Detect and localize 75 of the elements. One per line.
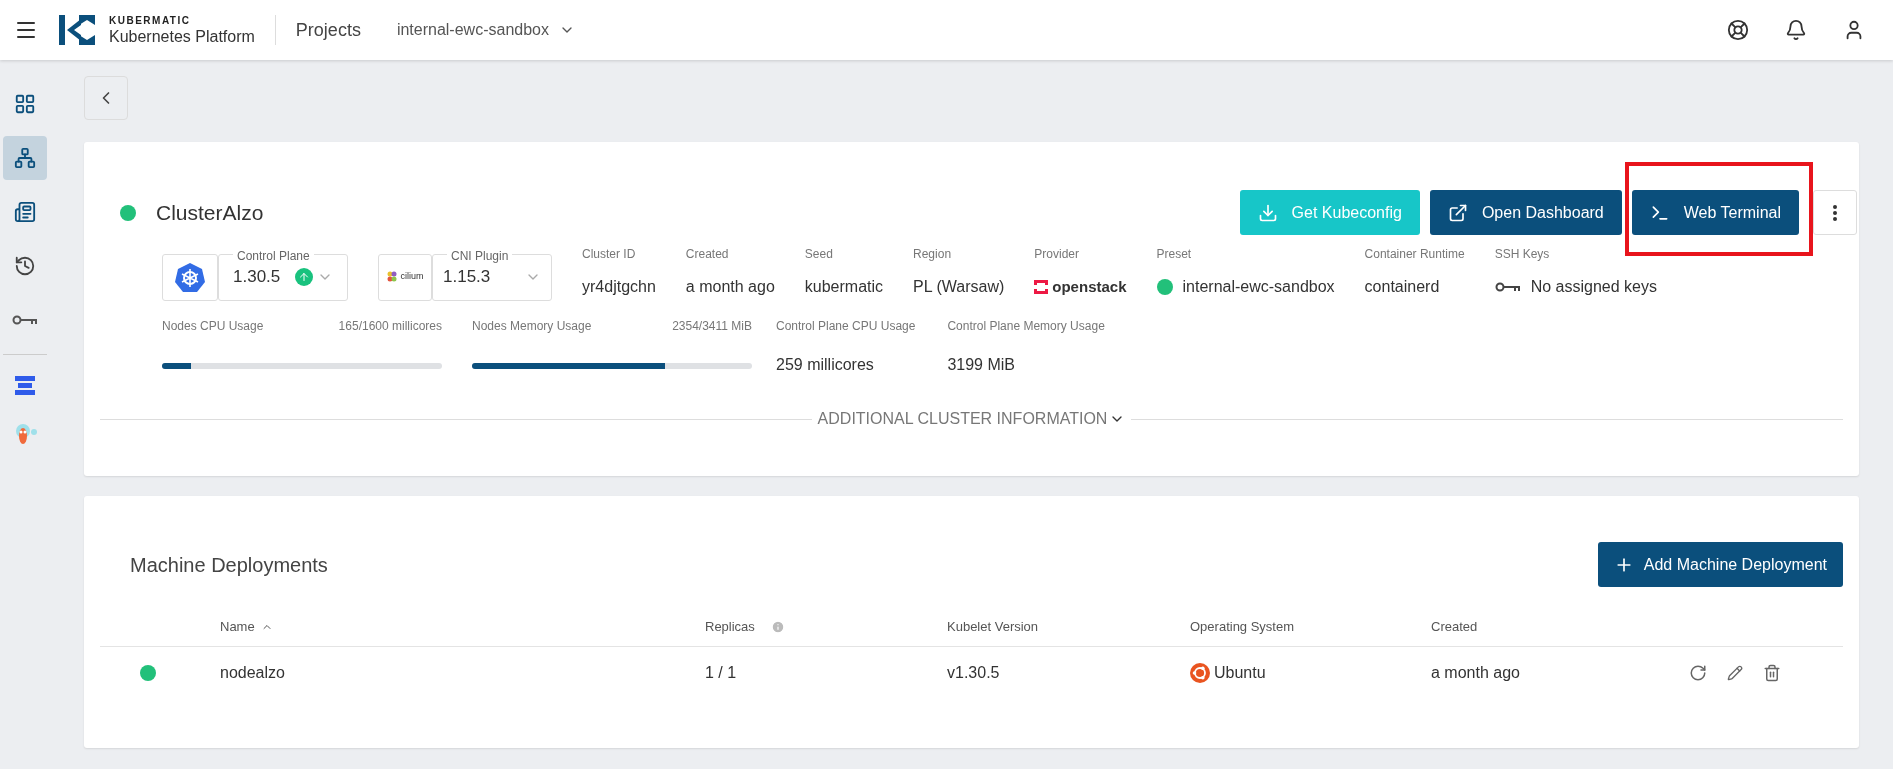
- more-icon: [1833, 204, 1837, 221]
- version-value: 1.15.3: [443, 266, 491, 289]
- version-value: 1.30.5: [233, 266, 281, 289]
- key-icon: [12, 315, 38, 325]
- info-label: Container Runtime: [1364, 246, 1465, 263]
- notifications-button[interactable]: [1785, 19, 1807, 41]
- info-label: Cluster ID: [582, 246, 637, 263]
- info-label: Preset: [1156, 246, 1193, 263]
- usage-value: 3199 MiB: [947, 355, 1016, 375]
- info-icon: [770, 619, 785, 634]
- info-label: Region: [913, 246, 953, 263]
- lifebuoy-icon: [1727, 19, 1749, 41]
- refresh-icon: [1689, 664, 1707, 682]
- info-label: Provider: [1034, 246, 1080, 263]
- info-value: yr4djtgchn: [582, 277, 656, 297]
- usage-reading: 165/1600 millicores: [338, 318, 442, 335]
- column-header[interactable]: Created: [1431, 616, 1478, 637]
- table-cell-text: v1.30.5: [947, 663, 1001, 683]
- external-link-icon: [1447, 202, 1468, 223]
- action-button[interactable]: Open Dashboard: [1429, 190, 1622, 235]
- info-value: containerd: [1364, 277, 1440, 297]
- usage-value: 259 millicores: [776, 355, 875, 375]
- grid-icon: [14, 93, 36, 115]
- info-value: internal-ewc-sandbox: [1182, 277, 1335, 297]
- hexagon-cluster-icon: [386, 271, 399, 283]
- info-value: openstack: [1052, 276, 1127, 297]
- helm-wheel-icon: [175, 262, 205, 292]
- brand-subtitle: Kubernetes Platform: [109, 28, 255, 45]
- usage-label: Control Plane CPU Usage: [776, 318, 916, 335]
- info-value: PL (Warsaw): [913, 277, 1005, 297]
- edit-button[interactable]: [1727, 665, 1743, 681]
- info-value: No assigned keys: [1530, 277, 1657, 297]
- usage-reading: 2354/3411 MiB: [672, 318, 752, 335]
- key-icon: [1494, 282, 1521, 292]
- stacked-boxes-icon: [13, 374, 37, 398]
- info-label: SSH Keys: [1494, 246, 1551, 263]
- info-value: kubermatic: [804, 277, 884, 297]
- trash-icon: [1763, 664, 1781, 682]
- add-machine-deployment-button[interactable]: Add Machine Deployment: [1597, 542, 1843, 587]
- section-title: Machine Deployments: [130, 552, 328, 578]
- bell-icon: [1785, 19, 1807, 41]
- column-header[interactable]: Name: [220, 616, 273, 637]
- ubuntu-logo-icon: [1190, 663, 1210, 683]
- history-icon: [14, 255, 36, 277]
- hierarchy-icon: [14, 147, 36, 169]
- logo-icon: [59, 15, 95, 45]
- openstack-logo-icon: [1034, 280, 1049, 294]
- additional-info-toggle[interactable]: ADDITIONAL CLUSTER INFORMATION: [811, 407, 1132, 431]
- info-label: Seed: [804, 246, 834, 263]
- table-cell-text: nodealzo: [220, 663, 286, 683]
- column-header[interactable]: Operating System: [1190, 616, 1295, 637]
- table-cell-text: 1 / 1: [705, 663, 738, 683]
- column-header[interactable]: Replicas: [705, 616, 785, 637]
- sidebar-item[interactable]: [3, 136, 47, 180]
- column-header[interactable]: Kubelet Version: [947, 616, 1039, 637]
- projects-link[interactable]: Projects: [295, 16, 361, 44]
- info-label: Created: [685, 246, 730, 263]
- delete-button[interactable]: [1763, 664, 1781, 682]
- mascot-icon: [13, 422, 37, 446]
- download-icon: [1257, 202, 1278, 223]
- action-button[interactable]: Web Terminal: [1631, 190, 1799, 235]
- usage-label: Nodes CPU Usage: [162, 318, 264, 335]
- table-cell-text: a month ago: [1431, 663, 1521, 683]
- project-selector[interactable]: internal-ewc-sandbox: [396, 18, 575, 42]
- brand-name: KUBERMATIC: [109, 15, 192, 26]
- cluster-name: ClusterAlzo: [156, 199, 264, 226]
- usage-label: Nodes Memory Usage: [472, 318, 592, 335]
- cilium-wordmark: cilium: [400, 270, 424, 284]
- restart-button[interactable]: [1689, 664, 1707, 682]
- form-icon: [14, 201, 36, 223]
- usage-label: Control Plane Memory Usage: [947, 318, 1105, 335]
- help-button[interactable]: [1727, 19, 1749, 41]
- info-value: a month ago: [685, 277, 775, 297]
- pencil-icon: [1727, 665, 1743, 681]
- table-cell-text: Ubuntu: [1214, 663, 1266, 683]
